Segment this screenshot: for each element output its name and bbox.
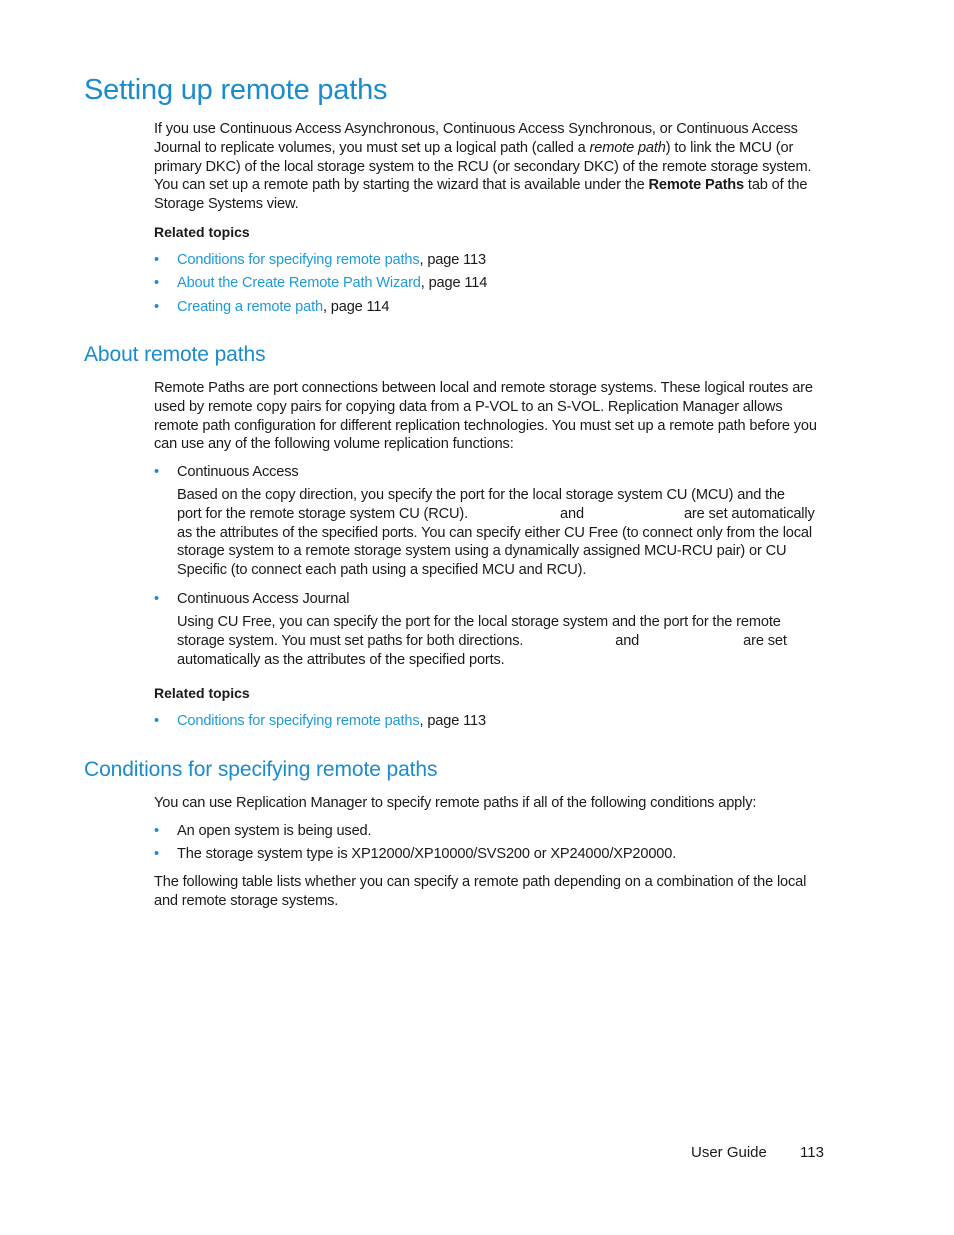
bullet-icon: •: [154, 252, 159, 268]
related-topic-item: • Conditions for specifying remote paths,…: [154, 713, 486, 729]
page-number: 113: [800, 1144, 824, 1161]
related-topic-link[interactable]: Conditions for specifying remote paths: [177, 252, 420, 268]
function-description: Based on the copy direction, you specify…: [177, 487, 815, 579]
bullet-icon: •: [154, 299, 159, 315]
bullet-icon: •: [154, 713, 159, 729]
related-topic-link[interactable]: About the Create Remote Path Wizard: [177, 275, 421, 291]
conditions-outro: The following table lists whether you ca…: [154, 874, 807, 909]
bullet-icon: •: [154, 464, 159, 480]
intro-paragraph: If you use Continuous Access Asynchronou…: [154, 121, 812, 213]
function-description: Using CU Free, you can specify the port …: [177, 614, 787, 668]
related-topics-label: Related topics: [154, 685, 250, 701]
bullet-icon: •: [154, 823, 159, 839]
section-heading: Conditions for specifying remote paths: [84, 758, 438, 781]
related-topic-item: • Conditions for specifying remote paths,…: [154, 252, 486, 268]
related-topic-item: • About the Create Remote Path Wizard, pa…: [154, 275, 488, 291]
page-title: Setting up remote paths: [84, 74, 388, 106]
footer-guide-title: User Guide: [691, 1144, 767, 1161]
bullet-icon: •: [154, 275, 159, 291]
function-item: • Continuous Access Journal: [154, 591, 350, 607]
conditions-intro: You can use Replication Manager to speci…: [154, 795, 757, 811]
bullet-icon: •: [154, 591, 159, 607]
related-topic-item: • Creating a remote path, page 114: [154, 299, 390, 315]
related-topic-link[interactable]: Creating a remote path: [177, 299, 323, 315]
condition-item: • The storage system type is XP12000/XP10…: [154, 846, 677, 862]
function-item: • Continuous Access: [154, 464, 299, 480]
bullet-icon: •: [154, 846, 159, 862]
about-paragraph: Remote Paths are port connections betwee…: [154, 380, 817, 453]
related-topic-link[interactable]: Conditions for specifying remote paths: [177, 713, 420, 729]
section-heading: About remote paths: [84, 343, 266, 366]
related-topics-label: Related topics: [154, 224, 250, 240]
condition-item: • An open system is being used.: [154, 823, 372, 839]
